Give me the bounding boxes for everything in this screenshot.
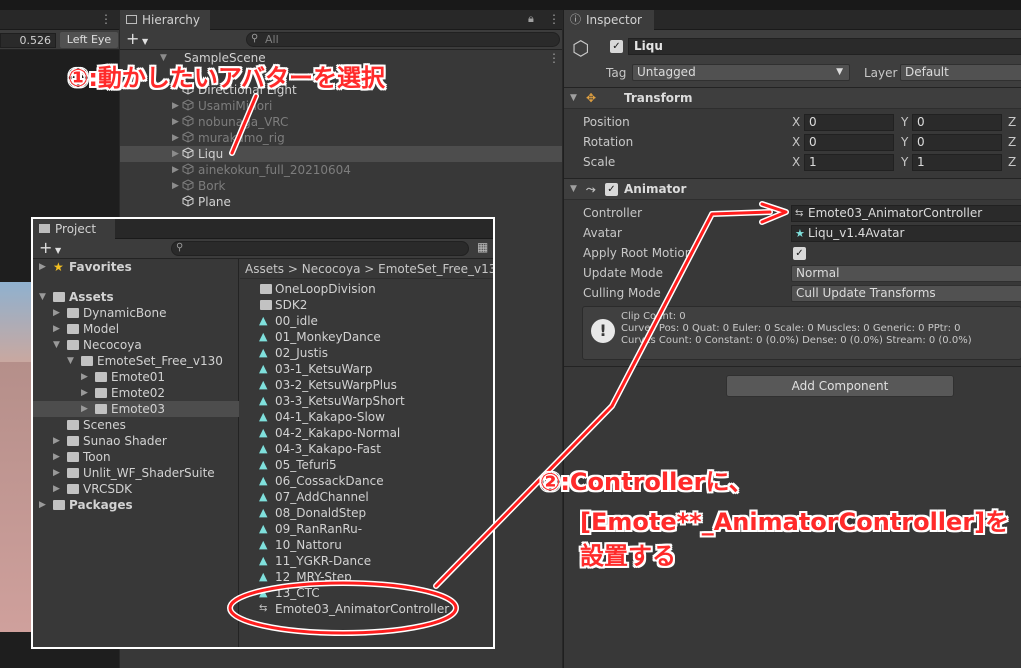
step1-annotation: ①:動かしたいアバターを選択	[68, 64, 385, 92]
step2-annotation-line2: [Emote**_AnimatorController]を	[580, 508, 1010, 536]
annotation-overlay	[227, 93, 789, 636]
step1-pointer-line	[230, 94, 258, 155]
step2-annotation-line1: ②:Controllerに、	[540, 468, 753, 496]
highlight-ellipse	[228, 581, 458, 635]
step2-annotation-line3: 設置する	[580, 542, 676, 570]
